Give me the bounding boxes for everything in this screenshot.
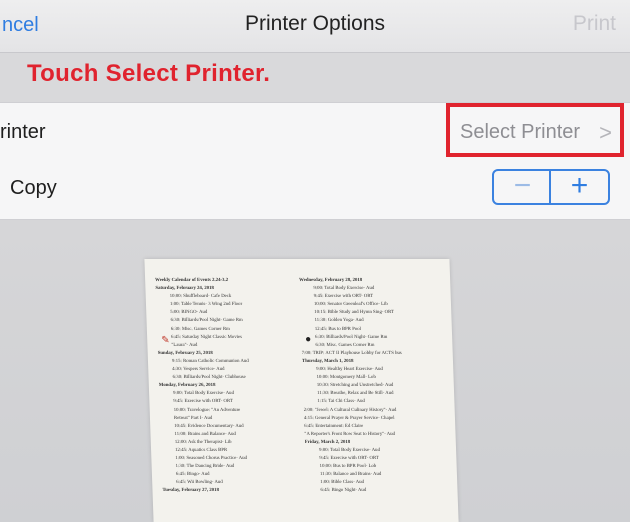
select-printer-button[interactable]: Select Printer > xyxy=(446,103,624,157)
preview-line: 12:45: Bus to BPR Pool xyxy=(314,326,362,332)
copy-row: Copy − + xyxy=(0,163,630,220)
preview-line: 11:30: Balance and Brains- Aud xyxy=(319,472,382,478)
decrement-button[interactable]: − xyxy=(494,171,551,203)
preview-line: 2:00: "Jewel: A Cultural Culinary Histor… xyxy=(303,407,397,413)
preview-line: Weekly Calendar of Events 2.24-3.2 xyxy=(155,278,229,283)
flag-icon: ✎ xyxy=(161,335,170,346)
preview-line: 9:00: Total Body Exercise- Aud xyxy=(319,447,381,453)
preview-line: 9:45: Exercise with ORT- ORT xyxy=(173,399,233,405)
preview-line: 1:00: Table Tennis- 3 Wing 2nd Floor xyxy=(169,302,243,308)
preview-line: "Laura"- Aud xyxy=(171,342,198,348)
preview-line: 9:00: Total Body Exercise- Aud xyxy=(173,391,235,397)
preview-page[interactable]: Weekly Calendar of Events 2.24-3.2 Saturd… xyxy=(144,259,459,522)
preview-line: 10:00: Travelogue: "An Adventure xyxy=(173,407,241,413)
copy-label: Copy xyxy=(10,177,57,199)
preview-line: 10:30: Stretching and Unstretched- Aud xyxy=(316,383,394,389)
preview-line: 9:00: Total Body Exercise- Aud xyxy=(313,286,375,292)
preview-line: 9:45: Exercise with ORT- ORT xyxy=(313,294,374,300)
preview-line: 1:15: Tai Chi Class- Aud xyxy=(317,399,366,405)
preview-line: 6:30: Misc. Games Corner Rm xyxy=(315,342,375,348)
preview-line: 5:00: BINGO- Aud xyxy=(170,310,208,316)
preview-line: 10:00: Shuffleboard- Cafe Deck xyxy=(169,294,232,300)
preview-line: 12:00: Ask the Therapist- Lib xyxy=(174,439,232,445)
preview-line: 1:00: Seasoned Chorus Practice- Aud xyxy=(175,456,248,462)
preview-line: Friday, March 2, 2018 xyxy=(304,439,351,445)
preview-column-right: Wednesday, February 28, 2018 9:00: Total … xyxy=(299,277,449,496)
print-preview-area: Weekly Calendar of Events 2.24-3.2 Saturd… xyxy=(0,220,630,522)
preview-line: 9:15: Roman Catholic Communion Aud xyxy=(171,358,249,364)
preview-line: 6:45: Wii Bowling- Aud xyxy=(176,480,223,486)
preview-line: Thursday, March 1, 2018 xyxy=(301,358,354,364)
chevron-right-icon: > xyxy=(599,120,612,145)
preview-line: 6:30: Billiards/Pool Night- Game Rm xyxy=(170,318,243,324)
preview-line: 7:00: TRIP: ACT II Playhouse Lobby for A… xyxy=(301,350,402,356)
page-title: Printer Options xyxy=(244,12,386,35)
preview-line: 6:30: Billiards/Pool Night- Clubhouse xyxy=(172,375,246,381)
printer-label: rinter xyxy=(0,121,46,143)
preview-line: 6:30: Billiards/Pool Night- Game Rm xyxy=(315,334,388,340)
preview-line: 4:30: Vespers Service- Aud xyxy=(172,367,225,373)
preview-line: 6:45: Saturday Night Classic Movies xyxy=(171,334,243,340)
navigation-bar: ncel Printer Options Print xyxy=(0,0,630,53)
preview-line: 10:15: Bible Study and Hymn Sing- ORT xyxy=(314,310,395,316)
instruction-annotation: Touch Select Printer. xyxy=(27,60,271,87)
increment-button[interactable]: + xyxy=(549,171,608,203)
preview-line: 10:00: Montgomery Mall- Lob xyxy=(316,375,376,381)
preview-line: 12:45: Aquatics Class BPR xyxy=(175,447,228,453)
preview-line: Sunday, February 25, 2018 xyxy=(157,350,213,356)
preview-line: 6:30: Misc. Games Corner Rm xyxy=(170,326,230,332)
preview-line: Wednesday, February 28, 2018 xyxy=(299,278,363,283)
preview-line: Tuesday, February 27, 2018 xyxy=(162,488,220,494)
preview-line: 9:45: Exercise with ORT- ORT xyxy=(319,456,379,462)
preview-line: 6:45: Bingo- Aud xyxy=(175,472,210,478)
preview-column-left: Weekly Calendar of Events 2.24-3.2 Saturd… xyxy=(155,277,305,496)
printer-row[interactable]: rinter Select Printer > xyxy=(0,102,630,164)
preview-line: 10:45: Evidence Documentary- Aud xyxy=(174,423,244,429)
preview-line: 11:00: Brains and Balance- Aud xyxy=(174,431,236,437)
print-button[interactable]: Print xyxy=(573,12,616,36)
preview-line: 6:45: Entertainment: Ed Claire xyxy=(304,423,364,429)
preview-line: 10:00: Senator Greenleaf's Office- Lib xyxy=(313,302,388,308)
preview-line: Monday, February 26, 2018 xyxy=(158,383,216,389)
copy-stepper: − + xyxy=(492,169,610,205)
preview-line: 1:30: The Dancing Bride- Aud xyxy=(175,464,235,470)
preview-line: Saturday, February 24, 2018 xyxy=(155,286,215,292)
preview-line: 11:30: Golden Yoga- Aud xyxy=(314,318,364,324)
preview-line: 4:15: General Prayer & Prayer Service- C… xyxy=(303,415,395,421)
bullet-icon: ● xyxy=(305,334,312,345)
preview-line: 10:00: Bus to BPR Pool- Lob xyxy=(319,464,377,470)
preview-line: 6:45: Bingo Night- Aud xyxy=(320,488,367,494)
preview-line: 9:00: Healthy Heart Exercise- Aud xyxy=(316,367,383,373)
preview-line: "A Reporter's Front Row Seat to History"… xyxy=(304,431,396,437)
preview-line: 11:30: Breathe, Relax and Be Still- Aud xyxy=(317,391,394,397)
select-printer-label: Select Printer xyxy=(460,121,581,143)
preview-line: Retreat" Part I- Aud xyxy=(173,415,213,421)
preview-line: 1:00: Bible Class- Aud xyxy=(320,480,365,486)
